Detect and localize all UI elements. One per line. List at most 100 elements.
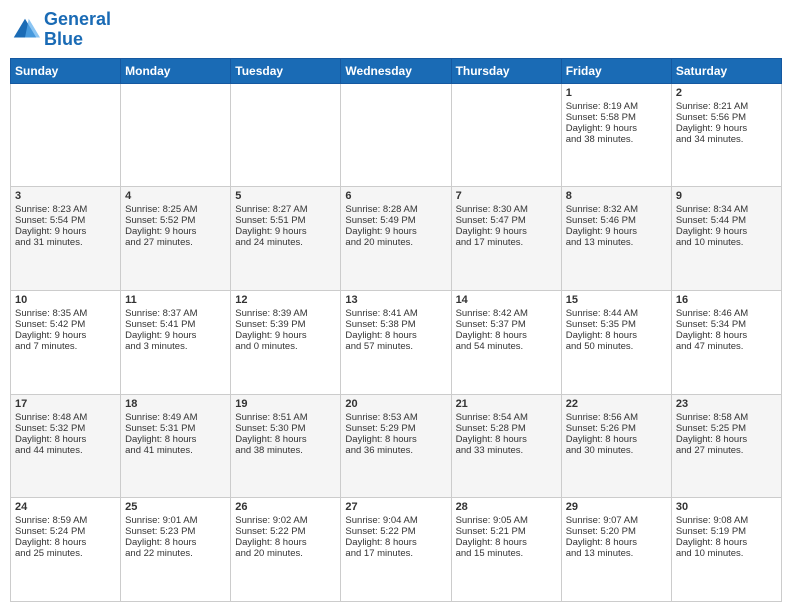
calendar-header-thursday: Thursday [451,58,561,83]
day-info: and 34 minutes. [676,134,777,145]
day-info: Sunset: 5:23 PM [125,526,226,537]
calendar-cell: 11Sunrise: 8:37 AMSunset: 5:41 PMDayligh… [121,290,231,394]
day-info: Daylight: 8 hours [15,537,116,548]
day-info: Sunset: 5:30 PM [235,423,336,434]
day-number: 1 [566,87,667,99]
day-info: Sunrise: 8:59 AM [15,515,116,526]
day-info: Sunrise: 8:54 AM [456,412,557,423]
day-info: and 36 minutes. [345,445,446,456]
calendar-week-row: 24Sunrise: 8:59 AMSunset: 5:24 PMDayligh… [11,498,782,602]
day-info: and 13 minutes. [566,237,667,248]
day-info: Daylight: 8 hours [235,537,336,548]
day-info: Sunrise: 8:19 AM [566,101,667,112]
day-info: and 13 minutes. [566,548,667,559]
day-info: Daylight: 9 hours [566,123,667,134]
day-info: Sunrise: 8:39 AM [235,308,336,319]
day-info: Daylight: 8 hours [456,330,557,341]
day-info: and 54 minutes. [456,341,557,352]
day-number: 24 [15,501,116,513]
day-info: Sunrise: 8:48 AM [15,412,116,423]
day-info: and 10 minutes. [676,237,777,248]
day-info: Sunset: 5:39 PM [235,319,336,330]
day-info: Sunset: 5:54 PM [15,215,116,226]
calendar-cell: 10Sunrise: 8:35 AMSunset: 5:42 PMDayligh… [11,290,121,394]
day-info: and 17 minutes. [456,237,557,248]
day-number: 23 [676,398,777,410]
day-number: 14 [456,294,557,306]
day-info: Daylight: 8 hours [676,434,777,445]
day-number: 28 [456,501,557,513]
day-info: Sunrise: 8:56 AM [566,412,667,423]
calendar-cell: 3Sunrise: 8:23 AMSunset: 5:54 PMDaylight… [11,187,121,291]
day-number: 3 [15,190,116,202]
day-number: 7 [456,190,557,202]
day-info: Daylight: 9 hours [125,226,226,237]
day-info: Daylight: 9 hours [456,226,557,237]
day-info: Sunset: 5:51 PM [235,215,336,226]
day-number: 19 [235,398,336,410]
day-info: Daylight: 8 hours [125,434,226,445]
day-info: Sunrise: 8:44 AM [566,308,667,319]
day-info: Sunset: 5:56 PM [676,112,777,123]
calendar-header-wednesday: Wednesday [341,58,451,83]
calendar-cell [11,83,121,187]
day-info: Sunrise: 8:46 AM [676,308,777,319]
day-info: and 31 minutes. [15,237,116,248]
day-info: Daylight: 8 hours [345,537,446,548]
day-info: Sunset: 5:49 PM [345,215,446,226]
calendar-table: SundayMondayTuesdayWednesdayThursdayFrid… [10,58,782,602]
day-info: Sunrise: 8:41 AM [345,308,446,319]
calendar-cell [231,83,341,187]
day-info: Sunrise: 9:07 AM [566,515,667,526]
day-number: 4 [125,190,226,202]
day-info: Daylight: 8 hours [125,537,226,548]
calendar-cell: 26Sunrise: 9:02 AMSunset: 5:22 PMDayligh… [231,498,341,602]
calendar-cell: 5Sunrise: 8:27 AMSunset: 5:51 PMDaylight… [231,187,341,291]
header: General Blue [10,10,782,50]
day-info: Sunset: 5:25 PM [676,423,777,434]
day-number: 27 [345,501,446,513]
day-info: and 0 minutes. [235,341,336,352]
day-number: 11 [125,294,226,306]
day-info: Sunrise: 9:02 AM [235,515,336,526]
day-info: Sunrise: 8:37 AM [125,308,226,319]
day-info: Sunset: 5:38 PM [345,319,446,330]
day-number: 29 [566,501,667,513]
day-number: 18 [125,398,226,410]
day-number: 21 [456,398,557,410]
day-number: 2 [676,87,777,99]
calendar-cell: 13Sunrise: 8:41 AMSunset: 5:38 PMDayligh… [341,290,451,394]
day-info: Sunrise: 9:01 AM [125,515,226,526]
calendar-header-sunday: Sunday [11,58,121,83]
day-number: 20 [345,398,446,410]
day-info: and 57 minutes. [345,341,446,352]
day-info: Sunset: 5:34 PM [676,319,777,330]
day-info: Daylight: 9 hours [676,123,777,134]
calendar-header-tuesday: Tuesday [231,58,341,83]
calendar-week-row: 1Sunrise: 8:19 AMSunset: 5:58 PMDaylight… [11,83,782,187]
calendar-cell: 14Sunrise: 8:42 AMSunset: 5:37 PMDayligh… [451,290,561,394]
calendar-week-row: 3Sunrise: 8:23 AMSunset: 5:54 PMDaylight… [11,187,782,291]
day-info: Sunset: 5:41 PM [125,319,226,330]
day-info: Daylight: 8 hours [676,537,777,548]
day-info: Daylight: 9 hours [15,226,116,237]
day-number: 25 [125,501,226,513]
day-info: Daylight: 8 hours [345,434,446,445]
day-info: and 17 minutes. [345,548,446,559]
day-info: and 44 minutes. [15,445,116,456]
day-number: 13 [345,294,446,306]
day-info: Daylight: 9 hours [235,330,336,341]
day-number: 8 [566,190,667,202]
calendar-cell: 22Sunrise: 8:56 AMSunset: 5:26 PMDayligh… [561,394,671,498]
page: General Blue SundayMondayTuesdayWednesda… [0,0,792,612]
calendar-week-row: 17Sunrise: 8:48 AMSunset: 5:32 PMDayligh… [11,394,782,498]
day-info: and 20 minutes. [235,548,336,559]
day-info: and 22 minutes. [125,548,226,559]
day-info: Sunset: 5:19 PM [676,526,777,537]
day-info: Sunset: 5:44 PM [676,215,777,226]
logo-text: General Blue [44,10,111,50]
day-info: and 20 minutes. [345,237,446,248]
calendar-cell: 21Sunrise: 8:54 AMSunset: 5:28 PMDayligh… [451,394,561,498]
day-info: and 27 minutes. [676,445,777,456]
calendar-cell: 19Sunrise: 8:51 AMSunset: 5:30 PMDayligh… [231,394,341,498]
